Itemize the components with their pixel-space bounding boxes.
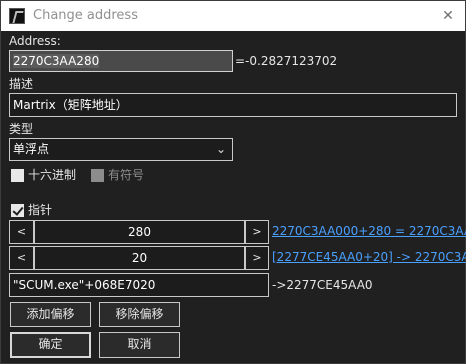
type-select[interactable]: 单浮点 ⌄	[9, 138, 233, 161]
base-address-result: ->2277CE45AA0	[272, 278, 373, 292]
remove-offset-button[interactable]: 移除偏移	[99, 302, 180, 327]
offset-1-result-link[interactable]: 2270C3AA000+280 = 2270C3AA280	[272, 224, 466, 239]
offset-1-input[interactable]: 280	[34, 220, 245, 244]
add-offset-button[interactable]: 添加偏移	[10, 302, 91, 327]
offset-1-increment-button[interactable]: >	[245, 220, 269, 244]
cancel-button[interactable]: 取消	[99, 332, 180, 358]
base-address-input[interactable]: "SCUM.exe"+068E7020	[9, 273, 269, 297]
ok-button[interactable]: 确定	[10, 332, 91, 358]
title-bar[interactable]: Change address ✕	[1, 1, 465, 31]
close-icon[interactable]: ✕	[437, 6, 459, 26]
window-title: Change address	[33, 8, 138, 23]
type-label: 类型	[9, 122, 34, 136]
change-address-dialog: Change address ✕ Address: 2270C3AA280 =-…	[0, 0, 466, 364]
address-input[interactable]: 2270C3AA280	[9, 50, 233, 72]
description-input[interactable]: Martrix（矩阵地址）	[9, 93, 457, 117]
app-icon	[9, 8, 25, 24]
hex-checkbox[interactable]	[11, 169, 24, 182]
pointer-checkbox-label: 指针	[28, 203, 53, 217]
address-value-result: =-0.2827123702	[235, 54, 338, 68]
offset-1-decrement-button[interactable]: <	[9, 220, 34, 244]
type-selected-value: 单浮点	[13, 142, 50, 156]
hex-checkbox-label: 十六进制	[28, 168, 77, 182]
offset-2-input[interactable]: 20	[34, 246, 245, 270]
offset-2-decrement-button[interactable]: <	[9, 246, 34, 270]
offset-2-result-link[interactable]: [2277CE45AA0+20] -> 2270C3AA000	[272, 250, 466, 265]
signed-checkbox[interactable]	[91, 169, 104, 182]
description-label: 描述	[9, 77, 34, 91]
signed-checkbox-label: 有符号	[108, 168, 145, 182]
address-label: Address:	[9, 34, 61, 48]
pointer-checkbox[interactable]	[11, 204, 24, 217]
address-value: 2270C3AA280	[13, 54, 100, 68]
offset-2-increment-button[interactable]: >	[245, 246, 269, 270]
chevron-down-icon: ⌄	[215, 142, 226, 156]
